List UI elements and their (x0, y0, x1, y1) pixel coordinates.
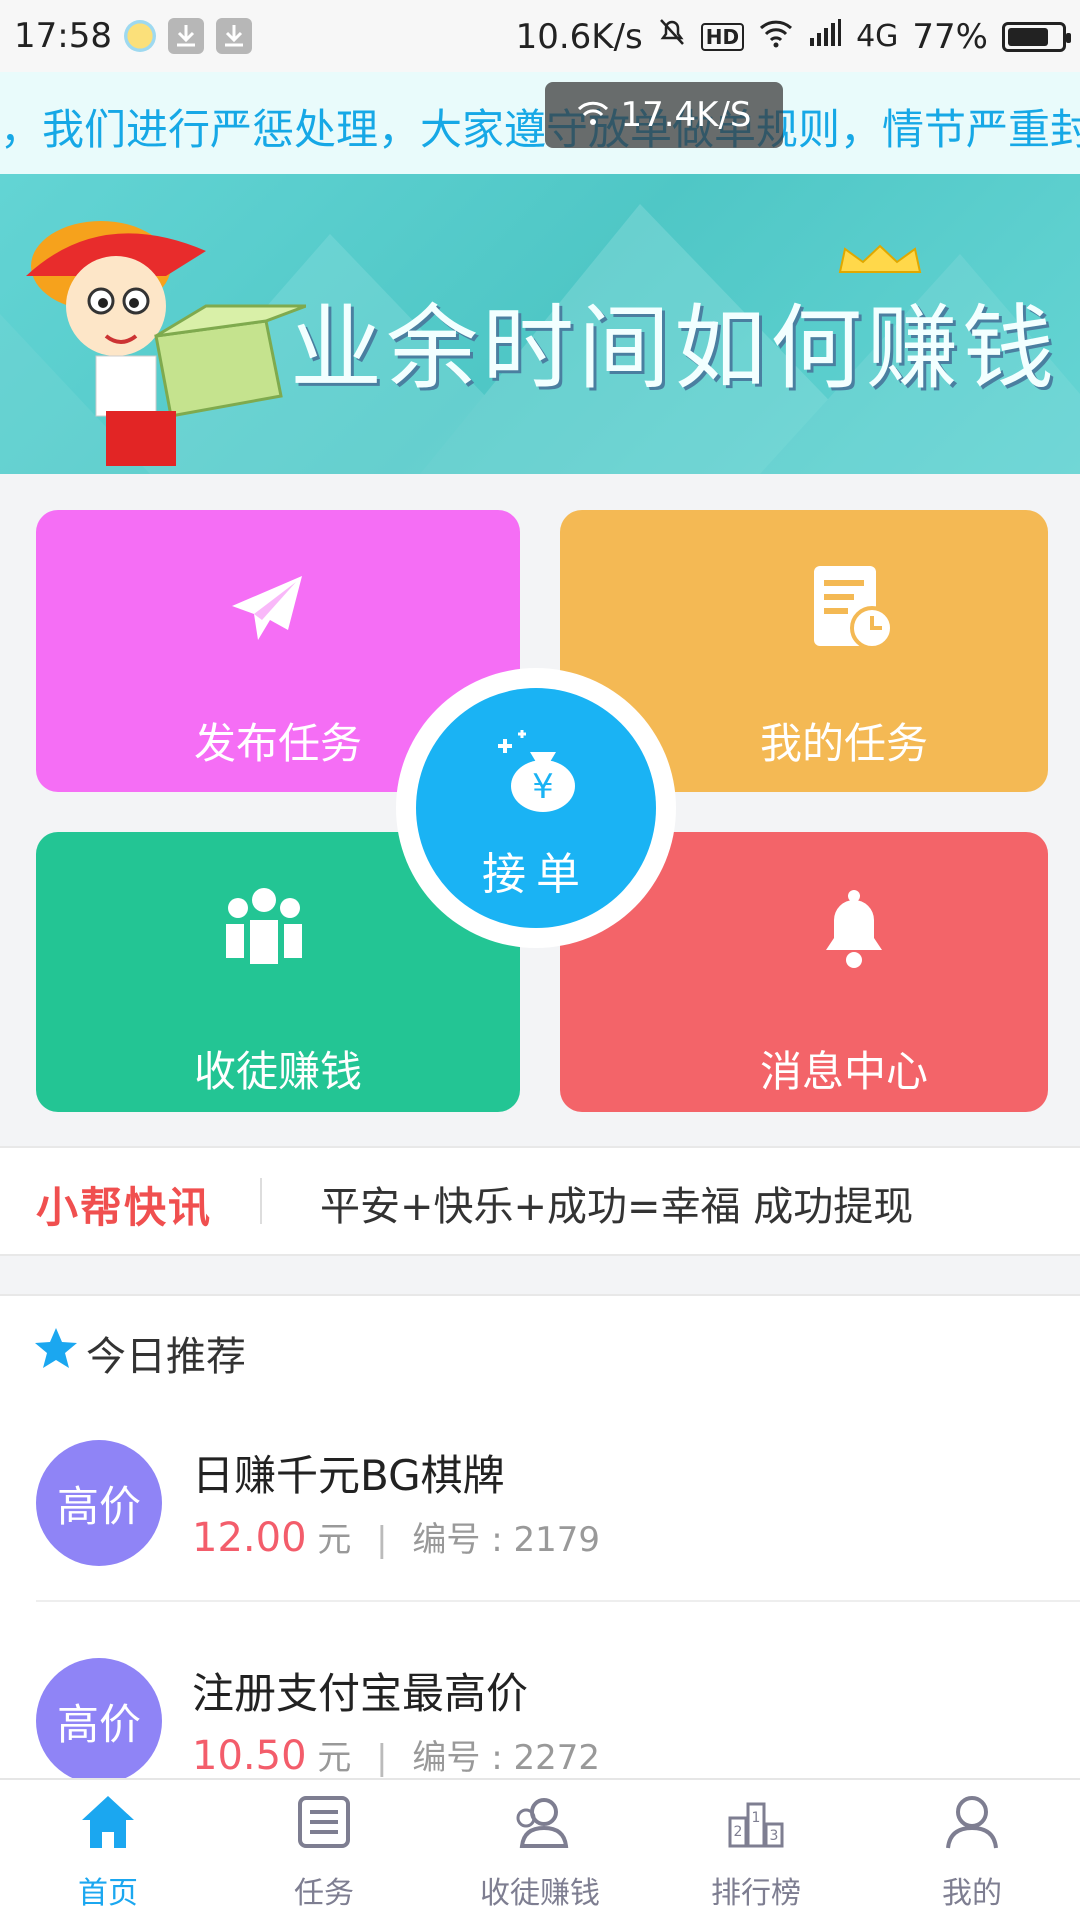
recommend-title: 今日推荐 (86, 1334, 246, 1380)
speed-toast-text: 17.4K/S (620, 95, 752, 135)
task-name: 日赚千元BG棋牌 (192, 1451, 505, 1500)
status-bar: 17:58 10.6K/s HD 4G 77% (0, 0, 1080, 72)
star-icon (35, 1328, 77, 1368)
tab-tasks-label: 任务 (294, 1876, 354, 1911)
mute-bell-icon (657, 16, 687, 57)
svg-text:2: 2 (734, 1824, 743, 1840)
status-left: 17:58 (14, 16, 252, 56)
group-people-icon (226, 888, 302, 964)
task-id: 编号 : 2272 (412, 1738, 601, 1778)
recruit-icon (516, 1798, 569, 1848)
bottom-tab-bar: 首页 任务 收徒赚钱 2 1 3 排行榜 我的 (0, 1778, 1080, 1922)
signal-icon (808, 17, 842, 57)
tab-ranking-label: 排行榜 (711, 1876, 801, 1911)
tab-home[interactable]: 首页 (0, 1780, 216, 1922)
banner-title: 业余时间如何赚钱 (290, 295, 1059, 402)
task-meta: 12.00 元 | 编号 : 2179 (192, 1512, 600, 1561)
tab-profile[interactable]: 我的 (864, 1780, 1080, 1922)
tab-profile-label: 我的 (942, 1876, 1002, 1911)
download-icon-2 (215, 18, 252, 54)
svg-text:1: 1 (752, 1810, 761, 1826)
recruit-label: 收徒赚钱 (193, 1047, 362, 1096)
news-message: 平安+快乐+成功=幸福 成功提现 (320, 1184, 914, 1230)
accept-order-button[interactable]: ¥ 接单 (396, 668, 676, 948)
hd-icon: HD (700, 22, 745, 51)
tab-ranking[interactable]: 2 1 3 排行榜 (648, 1780, 864, 1922)
net-speed: 10.6K/s (515, 16, 643, 57)
notice-text: ，我们进行严惩处理，大家遵守放单做单规则，情节严重封号 (0, 105, 1080, 154)
news-brand: 小帮快讯 (36, 1183, 213, 1232)
promo-banner[interactable]: 业余时间如何赚钱 (0, 174, 1080, 474)
profile-icon (946, 1796, 998, 1849)
wifi-icon (576, 95, 610, 135)
battery-icon (1002, 21, 1071, 52)
accept-order-circle: ¥ 接单 (416, 688, 656, 928)
task-meta: 10.50 元 | 编号 : 2272 (192, 1730, 600, 1779)
crown-icon (838, 244, 922, 273)
accept-order-label: 接单 (482, 849, 590, 900)
ranking-icon: 2 1 3 (728, 1802, 784, 1848)
battery-fill (1008, 27, 1048, 46)
notice-marquee: ，我们进行严惩处理，大家遵守放单做单规则，情节严重封号 (0, 72, 1080, 174)
task-meta-separator: | (376, 1738, 388, 1778)
news-divider (260, 1178, 262, 1224)
task-meta-separator: | (376, 1520, 388, 1560)
high-price-badge: 高价 (36, 1658, 162, 1784)
task-unit: 元 (317, 1738, 352, 1778)
status-right: 10.6K/s HD 4G 77% (515, 16, 1071, 57)
tab-recruit-label: 收徒赚钱 (480, 1876, 600, 1911)
task-list: 高价 日赚千元BG棋牌 12.00 元 | 编号 : 2179 高价 注册支付宝… (0, 1402, 1080, 1784)
my-tasks-label: 我的任务 (759, 719, 928, 768)
message-center-label: 消息中心 (759, 1047, 928, 1096)
task-price: 12.00 (192, 1515, 307, 1561)
download-icon (167, 18, 204, 54)
bell-icon (826, 890, 882, 968)
news-ticker[interactable]: 小帮快讯 平安+快乐+成功=幸福 成功提现 (0, 1146, 1080, 1256)
tab-home-label: 首页 (78, 1876, 138, 1911)
paper-plane-icon (232, 576, 302, 640)
status-time: 17:58 (14, 16, 112, 56)
list-divider (36, 1600, 1080, 1602)
app-notification-icon (123, 20, 156, 52)
tab-recruit[interactable]: 收徒赚钱 (432, 1780, 648, 1922)
list-item[interactable]: 高价 日赚千元BG棋牌 12.00 元 | 编号 : 2179 (0, 1402, 1080, 1602)
recommend-header: 今日推荐 (0, 1294, 1080, 1404)
high-price-badge: 高价 (36, 1440, 162, 1566)
tab-tasks[interactable]: 任务 (216, 1780, 432, 1922)
svg-text:¥: ¥ (532, 767, 554, 807)
task-clock-icon (814, 566, 894, 650)
battery-percent: 77% (912, 16, 988, 57)
task-unit: 元 (317, 1520, 352, 1560)
home-icon (82, 1796, 134, 1848)
wifi-icon (758, 17, 794, 57)
task-name: 注册支付宝最高价 (192, 1669, 529, 1718)
network-type: 4G (856, 19, 899, 54)
svg-text:3: 3 (770, 1828, 779, 1844)
delivery-boy-illustration (26, 221, 306, 466)
task-list-icon (298, 1796, 350, 1848)
task-id: 编号 : 2179 (412, 1520, 601, 1560)
speed-toast: 17.4K/S (545, 82, 783, 148)
task-price: 10.50 (192, 1733, 307, 1779)
money-bag-icon: ¥ (498, 730, 575, 812)
